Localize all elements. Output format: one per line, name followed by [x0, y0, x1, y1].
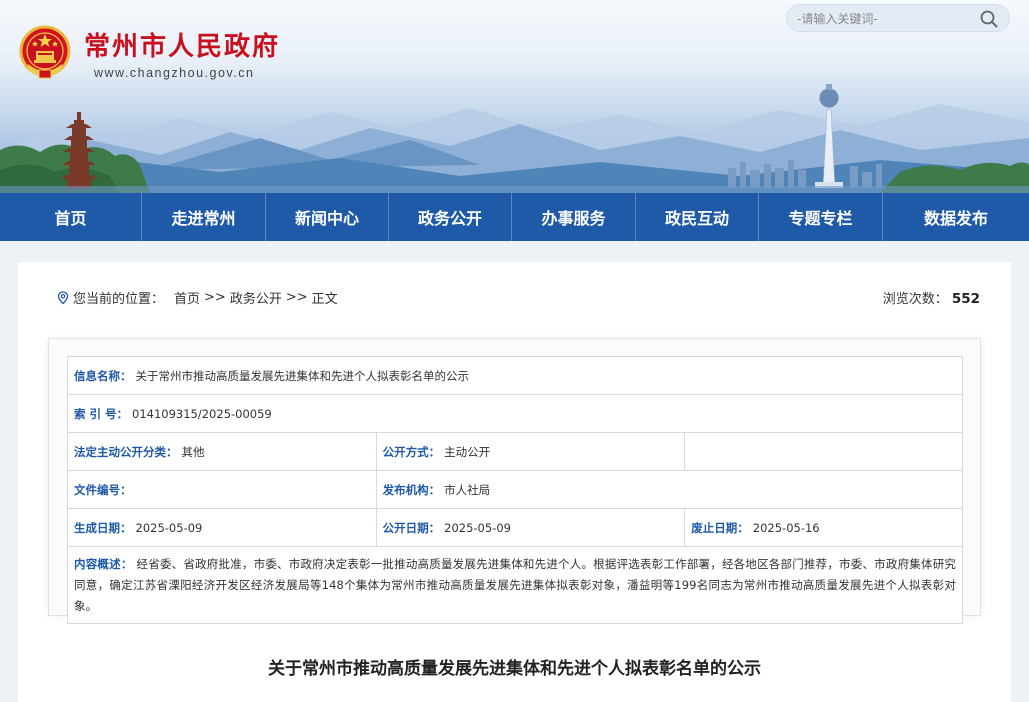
nav-item-data-release[interactable]: 数据发布	[883, 193, 1029, 241]
main-nav: 首页 走进常州 新闻中心 政务公开 办事服务 政民互动 专题专栏 数据发布	[0, 193, 1029, 241]
table-row: 文件编号： 发布机构： 市人社局	[67, 470, 964, 509]
expiry-date-value: 2025-05-16	[752, 520, 820, 535]
table-row: 法定主动公开分类： 其他 公开方式： 主动公开	[67, 432, 963, 471]
content-card: 您当前的位置： 首页 >> 政务公开 >> 正文 浏览次数： 552 信息名称：关…	[18, 262, 1011, 702]
publisher-value: 市人社局	[444, 482, 491, 497]
empty-cell	[684, 432, 963, 471]
created-date-value: 2025-05-09	[135, 520, 203, 535]
national-emblem-icon	[19, 25, 71, 79]
category-cell: 法定主动公开分类： 其他	[67, 432, 377, 471]
search-box	[786, 4, 1010, 32]
method-value: 主动公开	[444, 444, 491, 459]
publisher-label: 发布机构：	[382, 482, 441, 497]
nav-item-services[interactable]: 办事服务	[512, 193, 636, 241]
breadcrumb-separator: >>	[204, 290, 226, 305]
nav-item-about-changzhou[interactable]: 走进常州	[142, 193, 266, 241]
breadcrumb-home[interactable]: 首页	[174, 288, 200, 307]
index-cell: 索 引 号： 014109315/2025-00059	[67, 394, 963, 433]
index-value: 014109315/2025-00059	[132, 406, 272, 421]
breadcrumb-prefix: 您当前的位置：	[73, 292, 165, 307]
summary-value: 经省委、省政府批准，市委、市政府决定表彰一批推动高质量发展先进集体和先进个人。根…	[74, 557, 956, 613]
breadcrumb: 您当前的位置： 首页 >> 政务公开 >> 正文	[56, 288, 338, 307]
site-title[interactable]: 常州市人民政府	[84, 26, 280, 63]
expiry-date-cell: 废止日期： 2025-05-16	[684, 508, 963, 547]
info-metadata-panel: 信息名称： 关于常州市推动高质量发展先进集体和先进个人拟表彰名单的公示 索 引 号…	[48, 338, 981, 624]
table-row: 索 引 号： 014109315/2025-00059	[67, 394, 963, 433]
published-date-label: 公开日期：	[382, 520, 441, 535]
search-input[interactable]	[797, 9, 977, 29]
category-value: 其他	[181, 444, 205, 459]
site-url: www.changzhou.gov.cn	[94, 66, 255, 80]
table-row: 信息名称： 关于常州市推动高质量发展先进集体和先进个人拟表彰名单的公示	[67, 356, 963, 395]
index-label: 索 引 号：	[74, 406, 129, 421]
table-row: 内容概述： 经省委、省政府批准，市委、市政府决定表彰一批推动高质量发展先进集体和先…	[67, 546, 963, 624]
views-label: 浏览次数：	[882, 292, 948, 307]
info-name-cell: 信息名称： 关于常州市推动高质量发展先进集体和先进个人拟表彰名单的公示	[67, 356, 963, 395]
method-cell: 公开方式： 主动公开	[375, 432, 686, 471]
category-label: 法定主动公开分类：	[74, 444, 178, 459]
method-label: 公开方式：	[382, 444, 441, 459]
expiry-date-label: 废止日期：	[691, 520, 749, 535]
doc-no-cell: 文件编号：	[67, 470, 377, 509]
info-name-value: 关于常州市推动高质量发展先进集体和先进个人拟表彰名单的公示	[135, 368, 470, 383]
summary-cell: 内容概述： 经省委、省政府批准，市委、市政府决定表彰一批推动高质量发展先进集体和先…	[67, 546, 963, 624]
search-icon[interactable]	[979, 9, 999, 29]
published-date-value: 2025-05-09	[444, 520, 511, 535]
publisher-cell: 发布机构： 市人社局	[375, 470, 964, 509]
header-banner: 常州市人民政府 www.changzhou.gov.cn	[0, 0, 1029, 193]
table-row: 生成日期： 2025-05-09 公开日期： 2025-05-09 废止日期： 202…	[67, 508, 963, 547]
info-name-label: 信息名称：	[74, 368, 132, 383]
nav-item-interaction[interactable]: 政民互动	[636, 193, 759, 241]
nav-item-government-affairs[interactable]: 政务公开	[389, 193, 512, 241]
breadcrumb-current: 正文	[311, 292, 338, 307]
published-date-cell: 公开日期： 2025-05-09	[375, 508, 686, 547]
nav-item-news-center[interactable]: 新闻中心	[266, 193, 389, 241]
summary-label: 内容概述：	[74, 557, 133, 571]
nav-item-home[interactable]: 首页	[0, 193, 142, 241]
doc-no-label: 文件编号：	[74, 482, 132, 497]
views-count: 552	[951, 291, 980, 307]
nav-item-topics[interactable]: 专题专栏	[759, 193, 883, 241]
breadcrumb-separator: >>	[285, 290, 308, 305]
created-date-cell: 生成日期： 2025-05-09	[67, 508, 377, 547]
location-icon	[57, 290, 69, 304]
view-counter: 浏览次数： 552	[883, 288, 980, 307]
breadcrumb-government-affairs[interactable]: 政务公开	[230, 288, 282, 307]
article-title: 关于常州市推动高质量发展先进集体和先进个人拟表彰名单的公示	[268, 659, 761, 679]
created-date-label: 生成日期：	[74, 520, 132, 535]
info-metadata-table: 信息名称： 关于常州市推动高质量发展先进集体和先进个人拟表彰名单的公示 索 引 号…	[67, 356, 964, 624]
